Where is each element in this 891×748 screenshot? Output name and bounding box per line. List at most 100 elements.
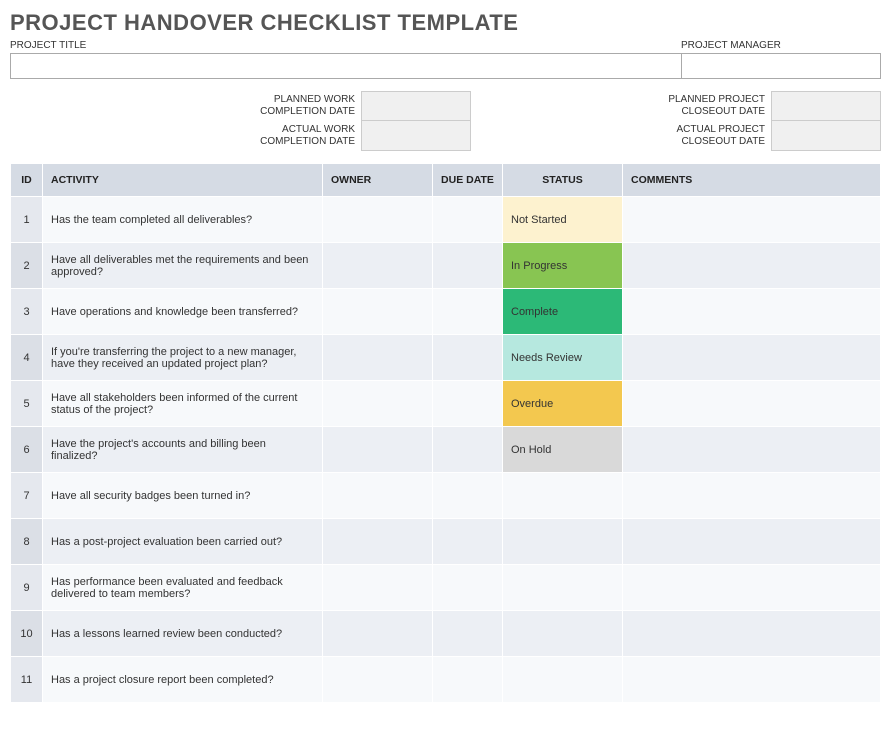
cell-activity[interactable]: Have all deliverables met the requiremen… [43, 243, 323, 289]
cell-status[interactable] [503, 611, 623, 657]
cell-id[interactable]: 3 [11, 289, 43, 335]
cell-owner[interactable] [323, 519, 433, 565]
actual-closeout-input[interactable] [771, 121, 881, 151]
cell-id[interactable]: 4 [11, 335, 43, 381]
cell-owner[interactable] [323, 243, 433, 289]
date-block: PLANNED WORK COMPLETION DATE ACTUAL WORK… [10, 91, 881, 151]
cell-id[interactable]: 1 [11, 197, 43, 243]
project-manager-input[interactable] [681, 53, 881, 79]
cell-due[interactable] [433, 519, 503, 565]
status-badge: On Hold [503, 427, 622, 472]
cell-comments[interactable] [623, 519, 881, 565]
actual-work-label: ACTUAL WORK COMPLETION DATE [231, 124, 361, 148]
cell-status[interactable] [503, 519, 623, 565]
cell-comments[interactable] [623, 289, 881, 335]
table-row: 10Has a lessons learned review been cond… [11, 611, 881, 657]
col-comments: COMMENTS [623, 164, 881, 197]
cell-status[interactable]: Not Started [503, 197, 623, 243]
cell-id[interactable]: 10 [11, 611, 43, 657]
table-row: 8Has a post-project evaluation been carr… [11, 519, 881, 565]
cell-status[interactable]: In Progress [503, 243, 623, 289]
cell-due[interactable] [433, 243, 503, 289]
cell-id[interactable]: 5 [11, 381, 43, 427]
planned-closeout-input[interactable] [771, 91, 881, 121]
cell-comments[interactable] [623, 381, 881, 427]
cell-comments[interactable] [623, 473, 881, 519]
cell-activity[interactable]: Has a lessons learned review been conduc… [43, 611, 323, 657]
table-row: 5Have all stakeholders been informed of … [11, 381, 881, 427]
table-row: 1Has the team completed all deliverables… [11, 197, 881, 243]
cell-id[interactable]: 8 [11, 519, 43, 565]
cell-due[interactable] [433, 427, 503, 473]
cell-owner[interactable] [323, 657, 433, 703]
cell-status[interactable]: Overdue [503, 381, 623, 427]
cell-comments[interactable] [623, 611, 881, 657]
cell-id[interactable]: 6 [11, 427, 43, 473]
col-status: STATUS [503, 164, 623, 197]
cell-activity[interactable]: If you're transferring the project to a … [43, 335, 323, 381]
status-badge: Overdue [503, 381, 622, 426]
cell-status[interactable] [503, 657, 623, 703]
cell-due[interactable] [433, 289, 503, 335]
col-activity: ACTIVITY [43, 164, 323, 197]
cell-due[interactable] [433, 473, 503, 519]
cell-comments[interactable] [623, 197, 881, 243]
table-row: 2Have all deliverables met the requireme… [11, 243, 881, 289]
cell-due[interactable] [433, 381, 503, 427]
col-due: DUE DATE [433, 164, 503, 197]
cell-due[interactable] [433, 611, 503, 657]
cell-activity[interactable]: Has performance been evaluated and feedb… [43, 565, 323, 611]
status-badge [503, 519, 622, 564]
status-badge [503, 473, 622, 518]
table-row: 7Have all security badges been turned in… [11, 473, 881, 519]
cell-status[interactable]: On Hold [503, 427, 623, 473]
cell-id[interactable]: 11 [11, 657, 43, 703]
cell-owner[interactable] [323, 381, 433, 427]
cell-comments[interactable] [623, 565, 881, 611]
page-title: PROJECT HANDOVER CHECKLIST TEMPLATE [10, 10, 881, 36]
cell-activity[interactable]: Have all stakeholders been informed of t… [43, 381, 323, 427]
cell-comments[interactable] [623, 335, 881, 381]
cell-comments[interactable] [623, 427, 881, 473]
cell-activity[interactable]: Have the project's accounts and billing … [43, 427, 323, 473]
cell-due[interactable] [433, 657, 503, 703]
cell-activity[interactable]: Has the team completed all deliverables? [43, 197, 323, 243]
cell-due[interactable] [433, 197, 503, 243]
cell-owner[interactable] [323, 611, 433, 657]
cell-status[interactable]: Needs Review [503, 335, 623, 381]
cell-owner[interactable] [323, 197, 433, 243]
cell-activity[interactable]: Has a post-project evaluation been carri… [43, 519, 323, 565]
planned-closeout-label: PLANNED PROJECT CLOSEOUT DATE [641, 94, 771, 118]
status-badge: Complete [503, 289, 622, 334]
cell-owner[interactable] [323, 289, 433, 335]
cell-status[interactable] [503, 565, 623, 611]
status-badge: Not Started [503, 197, 622, 242]
cell-comments[interactable] [623, 243, 881, 289]
planned-work-input[interactable] [361, 91, 471, 121]
cell-activity[interactable]: Have operations and knowledge been trans… [43, 289, 323, 335]
cell-comments[interactable] [623, 657, 881, 703]
col-id: ID [11, 164, 43, 197]
cell-id[interactable]: 2 [11, 243, 43, 289]
status-badge [503, 611, 622, 656]
planned-work-label: PLANNED WORK COMPLETION DATE [231, 94, 361, 118]
status-badge: Needs Review [503, 335, 622, 380]
cell-due[interactable] [433, 565, 503, 611]
cell-owner[interactable] [323, 473, 433, 519]
cell-activity[interactable]: Have all security badges been turned in? [43, 473, 323, 519]
cell-status[interactable]: Complete [503, 289, 623, 335]
project-title-input[interactable] [10, 53, 681, 79]
cell-status[interactable] [503, 473, 623, 519]
cell-due[interactable] [433, 335, 503, 381]
cell-owner[interactable] [323, 335, 433, 381]
table-row: 3Have operations and knowledge been tran… [11, 289, 881, 335]
cell-owner[interactable] [323, 427, 433, 473]
cell-id[interactable]: 7 [11, 473, 43, 519]
table-row: 9Has performance been evaluated and feed… [11, 565, 881, 611]
cell-owner[interactable] [323, 565, 433, 611]
cell-id[interactable]: 9 [11, 565, 43, 611]
actual-work-input[interactable] [361, 121, 471, 151]
status-badge [503, 657, 622, 702]
top-fields: PROJECT TITLE PROJECT MANAGER [10, 40, 881, 79]
cell-activity[interactable]: Has a project closure report been comple… [43, 657, 323, 703]
